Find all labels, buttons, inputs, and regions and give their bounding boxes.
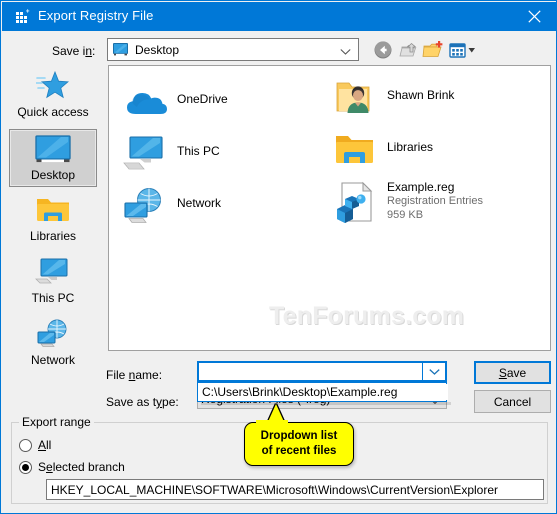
network-icon [121,182,169,230]
sidebar-item-desktop[interactable]: Desktop [9,129,97,187]
list-item-label: OneDrive [177,92,228,106]
reg-file-icon [331,178,379,226]
close-icon[interactable] [511,2,557,31]
sidebar-item-libraries[interactable]: Libraries [9,191,97,249]
sidebar-item-label: Libraries [29,229,77,243]
save-as-type-label: Save as type: [106,395,179,409]
file-name-input[interactable] [199,363,423,380]
list-item[interactable]: Example.reg Registration Entries 959 KB [331,178,483,226]
export-range-legend: Export range [19,415,94,429]
watermark: TenForums.com [269,302,465,330]
chevron-down-icon[interactable] [422,363,445,380]
save-in-label-text: Save i [52,44,86,58]
file-name-combobox[interactable] [197,361,447,382]
registry-editor-icon [15,9,31,25]
file-list-view[interactable]: OneDrive This PC Network Shawn Brink Lib… [108,65,551,351]
sidebar-item-network[interactable]: Network [9,315,97,373]
callout-tooltip: Dropdown list of recent files [244,422,354,466]
export-registry-file-dialog: Export Registry File Save in: Desktop Qu… [0,0,557,514]
file-name-dropdown-list[interactable]: C:\Users\Brink\Desktop\Example.reg [197,382,448,402]
sidebar-item-label: This PC [31,291,75,305]
user-folder-icon [331,74,379,122]
save-in-label: Save in: [52,44,96,58]
list-item-details: Example.reg Registration Entries 959 KB [387,178,483,222]
libraries-folder-icon [331,126,379,174]
this-pc-icon [121,130,169,178]
list-item[interactable]: OneDrive [121,78,228,126]
radio-export-selected-branch[interactable]: Selected branch [19,460,125,474]
desktop-icon [113,43,128,56]
places-bar: Quick access Desktop Libraries This PC N… [2,65,105,370]
save-in-value: Desktop [135,43,180,57]
radio-label: All [38,438,52,452]
window-title: Export Registry File [38,8,154,23]
file-name: Example.reg [387,180,455,194]
title-bar: Export Registry File [2,2,557,31]
desktop-icon [35,133,71,165]
sidebar-item-quick-access[interactable]: Quick access [9,67,97,125]
views-button[interactable] [448,39,478,61]
list-item[interactable]: Libraries [331,126,433,174]
callout-line-2: of recent files [261,445,337,457]
onedrive-icon [121,78,169,126]
list-item-label: Libraries [387,140,434,154]
sidebar-item-label: Quick access [17,105,89,119]
cancel-button[interactable]: Cancel [474,390,551,413]
chevron-down-icon[interactable] [340,45,351,59]
sidebar-item-this-pc[interactable]: This PC [9,253,97,311]
file-type: Registration Entries [387,195,483,207]
list-item-label: Shawn Brink [387,88,455,102]
save-in-combobox[interactable]: Desktop [107,38,359,61]
quick-access-icon [36,70,70,102]
radio-indicator [19,438,32,452]
sidebar-item-label: Desktop [30,168,76,182]
radio-export-all[interactable]: All [19,438,51,452]
selected-branch-input[interactable] [46,479,544,500]
sidebar-item-label: Network [30,353,75,367]
callout-tail-cover [256,420,288,426]
file-size: 959 KB [387,209,424,221]
dropdown-shadow [201,402,451,405]
up-one-level-button[interactable] [398,39,422,61]
list-item[interactable]: Shawn Brink [331,74,454,122]
dropdown-list-item[interactable]: C:\Users\Brink\Desktop\Example.reg [199,384,448,400]
radio-indicator [19,460,32,474]
radio-label: Selected branch [38,460,125,474]
list-item-label: Network [177,196,222,210]
list-item-label: This PC [177,144,220,158]
back-button[interactable] [372,39,396,61]
chevron-down-icon [468,48,475,53]
callout-line-1: Dropdown list [260,430,338,442]
list-item[interactable]: This PC [121,130,220,178]
this-pc-icon [35,256,71,288]
cancel-button-label: Cancel [493,394,532,409]
new-folder-button[interactable] [422,39,446,61]
list-item[interactable]: Network [121,182,221,230]
save-button[interactable]: Save [474,361,551,384]
libraries-folder-icon [35,194,71,226]
network-icon [35,318,71,350]
save-button-label: Save [498,365,527,380]
file-name-label: File name: [106,368,163,382]
